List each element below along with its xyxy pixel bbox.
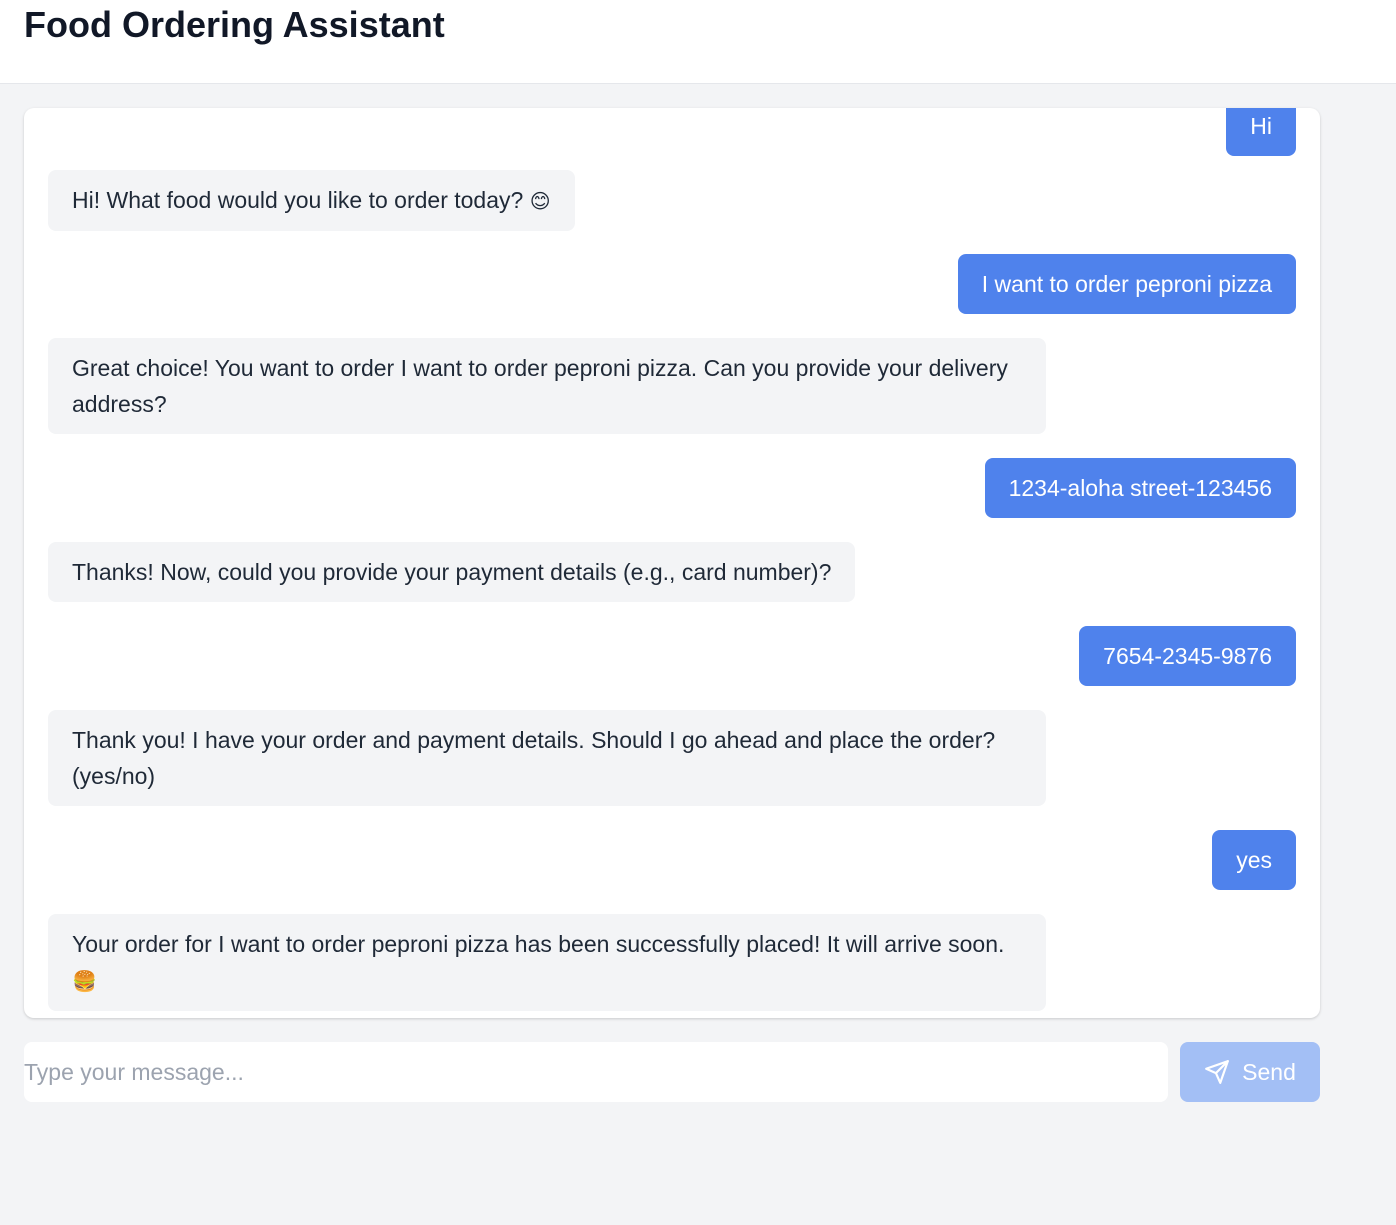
page-title: Food Ordering Assistant: [24, 4, 445, 45]
app-header: Food Ordering Assistant: [0, 0, 1396, 84]
bot-message: Hi! What food would you like to order to…: [48, 170, 575, 231]
bot-message-text: Your order for I want to order peproni p…: [72, 931, 1005, 957]
user-message: 1234-aloha street-123456: [984, 458, 1296, 518]
user-message: yes: [1212, 830, 1296, 890]
bot-message-text: Hi! What food would you like to order to…: [72, 187, 524, 213]
paper-plane-icon: [1204, 1059, 1230, 1085]
send-button[interactable]: Send: [1180, 1042, 1320, 1102]
bot-message: Thank you! I have your order and payment…: [48, 710, 1046, 806]
bot-message: Your order for I want to order peproni p…: [48, 914, 1046, 1011]
message-input[interactable]: [24, 1042, 1168, 1102]
send-button-label: Send: [1242, 1058, 1296, 1085]
bot-message: Thanks! Now, could you provide your paym…: [48, 542, 856, 602]
user-message: 7654-2345-9876: [1079, 626, 1296, 686]
chat-messages-panel[interactable]: Hi Hi! What food would you like to order…: [24, 108, 1320, 1018]
bot-message: Great choice! You want to order I want t…: [48, 338, 1046, 434]
user-message: I want to order peproni pizza: [957, 254, 1296, 314]
user-message: Hi: [1226, 108, 1296, 156]
smiling-face-emoji-icon: 😊: [529, 189, 551, 213]
hamburger-emoji-icon: 🍔: [72, 969, 97, 993]
